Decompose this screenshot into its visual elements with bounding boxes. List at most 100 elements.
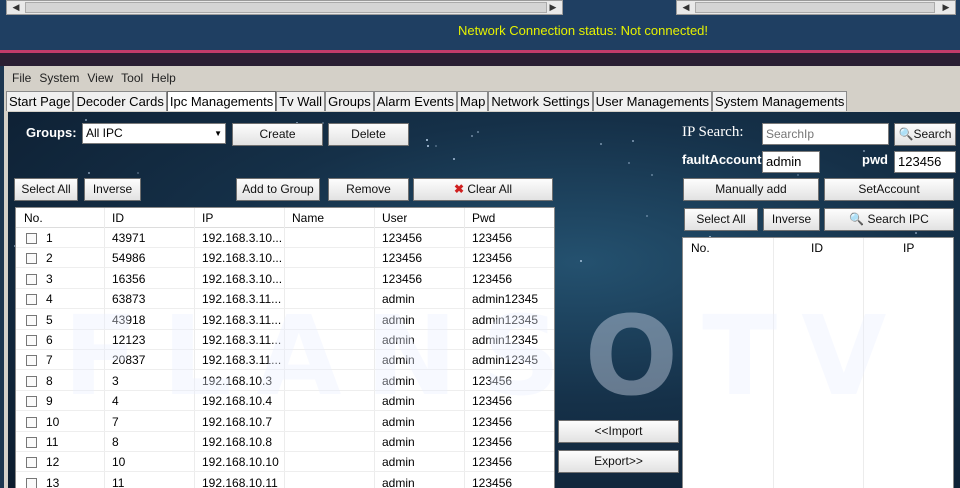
remove-button[interactable]: Remove [328, 178, 409, 201]
table-row[interactable]: 3 16356 192.168.3.10... 123456 123456 [16, 269, 554, 289]
cell-pwd: 123456 [472, 373, 513, 388]
row-checkbox[interactable] [26, 355, 37, 367]
scrollbar-thumb[interactable] [695, 2, 935, 13]
cell-no: 13 [46, 475, 60, 488]
table-row[interactable]: 12 10 192.168.10.10 admin 123456 [16, 452, 554, 473]
menu-tool[interactable]: Tool [117, 70, 147, 88]
pwd-label: pwd [862, 152, 888, 167]
manually-add-button[interactable]: Manually add [683, 178, 819, 201]
star-decoration [797, 174, 799, 176]
row-checkbox[interactable] [26, 396, 37, 408]
left-horizontal-scrollbar[interactable]: ◀ ▶ [6, 0, 563, 15]
row-checkbox[interactable] [26, 253, 37, 265]
header-user[interactable]: User [374, 208, 407, 228]
table-row[interactable]: 10 7 192.168.10.7 admin 123456 [16, 412, 554, 432]
scroll-right-arrow-icon[interactable]: ▶ [939, 1, 953, 14]
pwd-input[interactable]: 123456 [894, 151, 956, 173]
add-to-group-button[interactable]: Add to Group [236, 178, 320, 201]
tab-groups[interactable]: Groups [325, 91, 374, 111]
menu-system[interactable]: System [35, 70, 83, 88]
scroll-left-arrow-icon[interactable]: ◀ [9, 1, 23, 14]
header-pwd[interactable]: Pwd [464, 208, 495, 228]
row-checkbox[interactable] [26, 477, 37, 488]
cell-ip: 192.168.3.10... [202, 231, 283, 245]
table-row[interactable]: 1 43971 192.168.3.10... 123456 123456 [16, 228, 554, 248]
ip-search-input[interactable]: SearchIp [762, 123, 889, 145]
table-row[interactable]: 6 12123 192.168.3.11... admin admin12345 [16, 330, 554, 350]
scroll-left-arrow-icon[interactable]: ◀ [679, 1, 693, 14]
table-row[interactable]: 7 20837 192.168.3.11... admin admin12345 [16, 350, 554, 371]
menu-file[interactable]: File [8, 70, 35, 88]
tab-start-page[interactable]: Start Page [6, 91, 74, 111]
row-checkbox[interactable] [26, 437, 37, 448]
cell-id: 43918 [112, 312, 146, 327]
cell-user: 123456 [382, 231, 423, 245]
cell-name [284, 391, 292, 411]
cell-id: 3 [112, 373, 119, 388]
header-ip[interactable]: IP [194, 208, 213, 228]
results-header-id[interactable]: ID [811, 238, 823, 259]
results-header-no[interactable]: No. [691, 238, 710, 259]
search-ipc-label: Search IPC [867, 212, 929, 226]
tab-network-settings[interactable]: Network Settings [488, 91, 593, 111]
import-button[interactable]: <<Import [558, 420, 679, 443]
cell-pwd: admin12345 [472, 333, 539, 347]
row-checkbox[interactable] [26, 233, 37, 244]
menu-bar: File System View Tool Help [4, 70, 180, 88]
right-inverse-button[interactable]: Inverse [763, 208, 820, 231]
star-decoration [651, 174, 653, 176]
header-no[interactable]: No. [16, 208, 43, 228]
cell-no: 5 [46, 312, 53, 327]
cell-user: admin [382, 414, 415, 429]
table-row[interactable]: 9 4 192.168.10.4 admin 123456 [16, 391, 554, 412]
scroll-right-arrow-icon[interactable]: ▶ [546, 1, 560, 14]
table-row[interactable]: 13 11 192.168.10.11 admin 123456 [16, 473, 554, 488]
inverse-button[interactable]: Inverse [84, 178, 141, 201]
row-checkbox[interactable] [26, 273, 37, 285]
header-id[interactable]: ID [104, 208, 124, 228]
table-row[interactable]: 8 3 192.168.10.3 admin 123456 [16, 371, 554, 391]
menu-help[interactable]: Help [147, 70, 180, 88]
row-checkbox[interactable] [26, 314, 37, 326]
cell-id: 54986 [112, 251, 146, 266]
table-row[interactable]: 4 63873 192.168.3.11... admin admin12345 [16, 289, 554, 310]
row-checkbox[interactable] [26, 335, 37, 346]
row-checkbox[interactable] [26, 416, 37, 428]
tab-user-managements[interactable]: User Managements [592, 91, 713, 111]
set-account-button[interactable]: SetAccount [824, 178, 954, 201]
star-decoration [646, 215, 648, 217]
header-name[interactable]: Name [284, 208, 324, 228]
search-button[interactable]: 🔍Search [894, 123, 956, 146]
table-row[interactable]: 11 8 192.168.10.8 admin 123456 [16, 432, 554, 452]
cell-id: 16356 [112, 271, 146, 286]
scrollbar-thumb[interactable] [25, 2, 547, 13]
clear-all-button[interactable]: ✖ Clear All [413, 178, 553, 201]
row-checkbox[interactable] [26, 294, 37, 306]
menu-view[interactable]: View [83, 70, 117, 88]
row-checkbox[interactable] [26, 457, 37, 469]
star-decoration [435, 145, 437, 147]
cell-user: admin [382, 394, 415, 409]
cell-name [284, 412, 292, 432]
results-header-ip[interactable]: IP [903, 238, 914, 259]
select-all-button[interactable]: Select All [14, 178, 78, 201]
table-row[interactable]: 2 54986 192.168.3.10... 123456 123456 [16, 248, 554, 269]
groups-select[interactable]: All IPC ▼ [82, 123, 226, 144]
tab-map[interactable]: Map [457, 91, 489, 111]
tab-system-managements[interactable]: System Managements [712, 91, 848, 111]
delete-button[interactable]: Delete [328, 123, 409, 146]
row-checkbox[interactable] [26, 375, 37, 387]
right-horizontal-scrollbar[interactable]: ◀ ▶ [676, 0, 956, 15]
export-button[interactable]: Export>> [558, 450, 679, 473]
ip-search-label: IP Search: [682, 124, 744, 140]
right-select-all-button[interactable]: Select All [684, 208, 758, 231]
tab-tv-wall[interactable]: Tv Wall [276, 91, 326, 111]
tab-ipc-managements[interactable]: Ipc Managements [166, 91, 277, 111]
tab-decoder-cards[interactable]: Decoder Cards [73, 91, 167, 111]
table-row[interactable]: 5 43918 192.168.3.11... admin admin12345 [16, 310, 554, 330]
star-decoration [453, 158, 455, 160]
tab-alarm-events[interactable]: Alarm Events [373, 91, 458, 111]
create-button[interactable]: Create [232, 123, 323, 146]
search-ipc-button[interactable]: 🔍 Search IPC [824, 208, 954, 231]
default-account-input[interactable]: admin [762, 151, 820, 173]
